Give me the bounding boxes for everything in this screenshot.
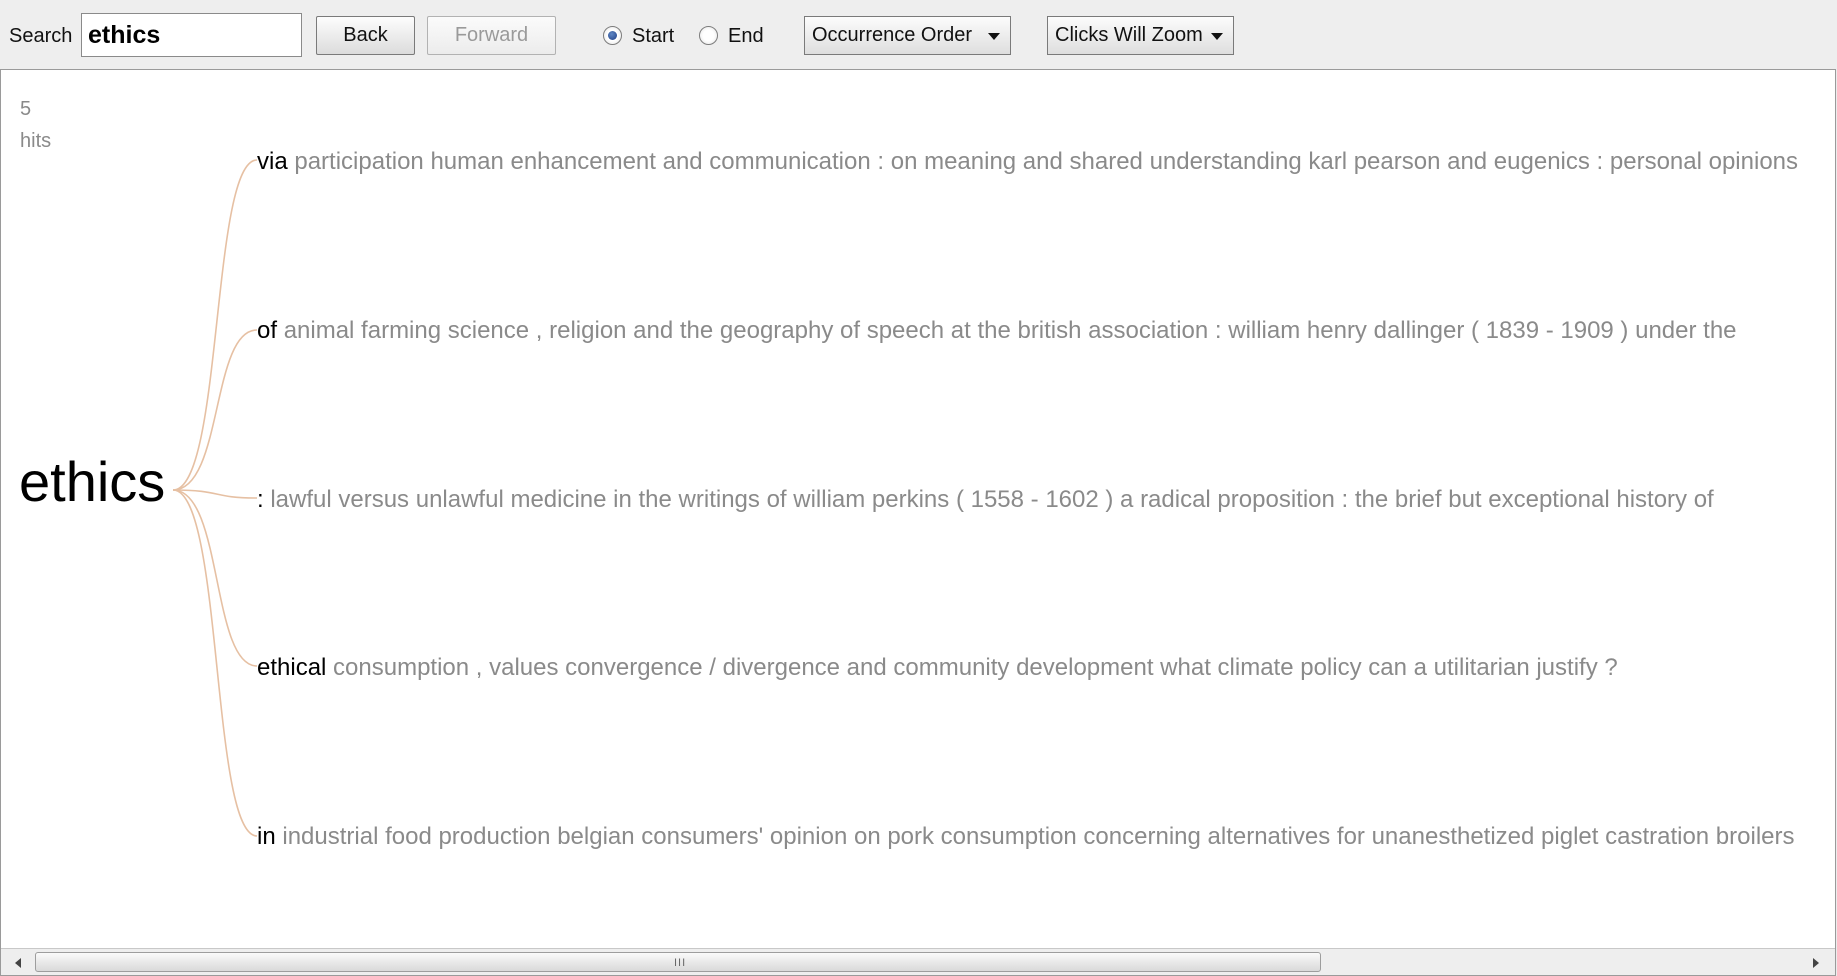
order-dropdown[interactable]: Occurrence Order [804,16,1011,55]
branch-continuation: industrial food production belgian consu… [282,823,1795,850]
scrollbar-thumb[interactable]: III [35,952,1321,972]
tree-branch[interactable]: of animal farming science , religion and… [257,319,1737,343]
branch-continuation: consumption , values convergence / diver… [333,654,1618,681]
tree-branch[interactable]: : lawful versus unlawful medicine in the… [257,488,1714,512]
tree-branch[interactable]: in industrial food production belgian co… [257,825,1795,849]
branch-lead-word: via [257,148,288,175]
connector-line [172,489,258,837]
root-term[interactable]: ethics [19,454,165,510]
branch-lead-word: : [257,486,264,513]
end-radio-label[interactable]: End [728,25,764,48]
start-radio-label[interactable]: Start [632,25,674,48]
order-dropdown-value: Occurrence Order [812,24,973,46]
branch-lead-word: of [257,317,278,344]
chevron-down-icon [1211,33,1223,40]
branch-lead-word: ethical [257,654,327,681]
end-radio[interactable] [699,26,718,45]
branch-lead-word: in [257,823,276,850]
horizontal-scrollbar[interactable]: III [1,948,1835,975]
start-radio[interactable] [603,26,622,45]
search-input[interactable] [81,13,302,57]
back-button[interactable]: Back [316,16,415,55]
click-mode-dropdown[interactable]: Clicks Will Zoom [1047,16,1234,55]
tree-branch[interactable]: ethical consumption , values convergence… [257,656,1618,680]
search-label: Search [9,25,73,47]
scroll-left-arrow-icon[interactable] [15,958,21,968]
scroll-right-arrow-icon[interactable] [1813,958,1819,968]
tree-branch[interactable]: via participation human enhancement and … [257,150,1798,174]
branch-continuation: animal farming science , religion and th… [283,317,1737,344]
chevron-down-icon [988,33,1000,40]
connector-line [172,489,258,667]
branch-continuation: participation human enhancement and comm… [294,148,1799,175]
scrollbar-grip: III [674,957,687,969]
toolbar: Search Back Forward Start End Occurrence… [0,0,1837,70]
click-mode-dropdown-value: Clicks Will Zoom [1055,24,1203,46]
branch-continuation: lawful versus unlawful medicine in the w… [270,486,1714,513]
forward-button[interactable]: Forward [427,16,556,55]
word-tree-canvas[interactable]: 5 hits ethics via participation human en… [0,69,1836,976]
connector-line [172,329,258,491]
connector-line [172,159,258,491]
